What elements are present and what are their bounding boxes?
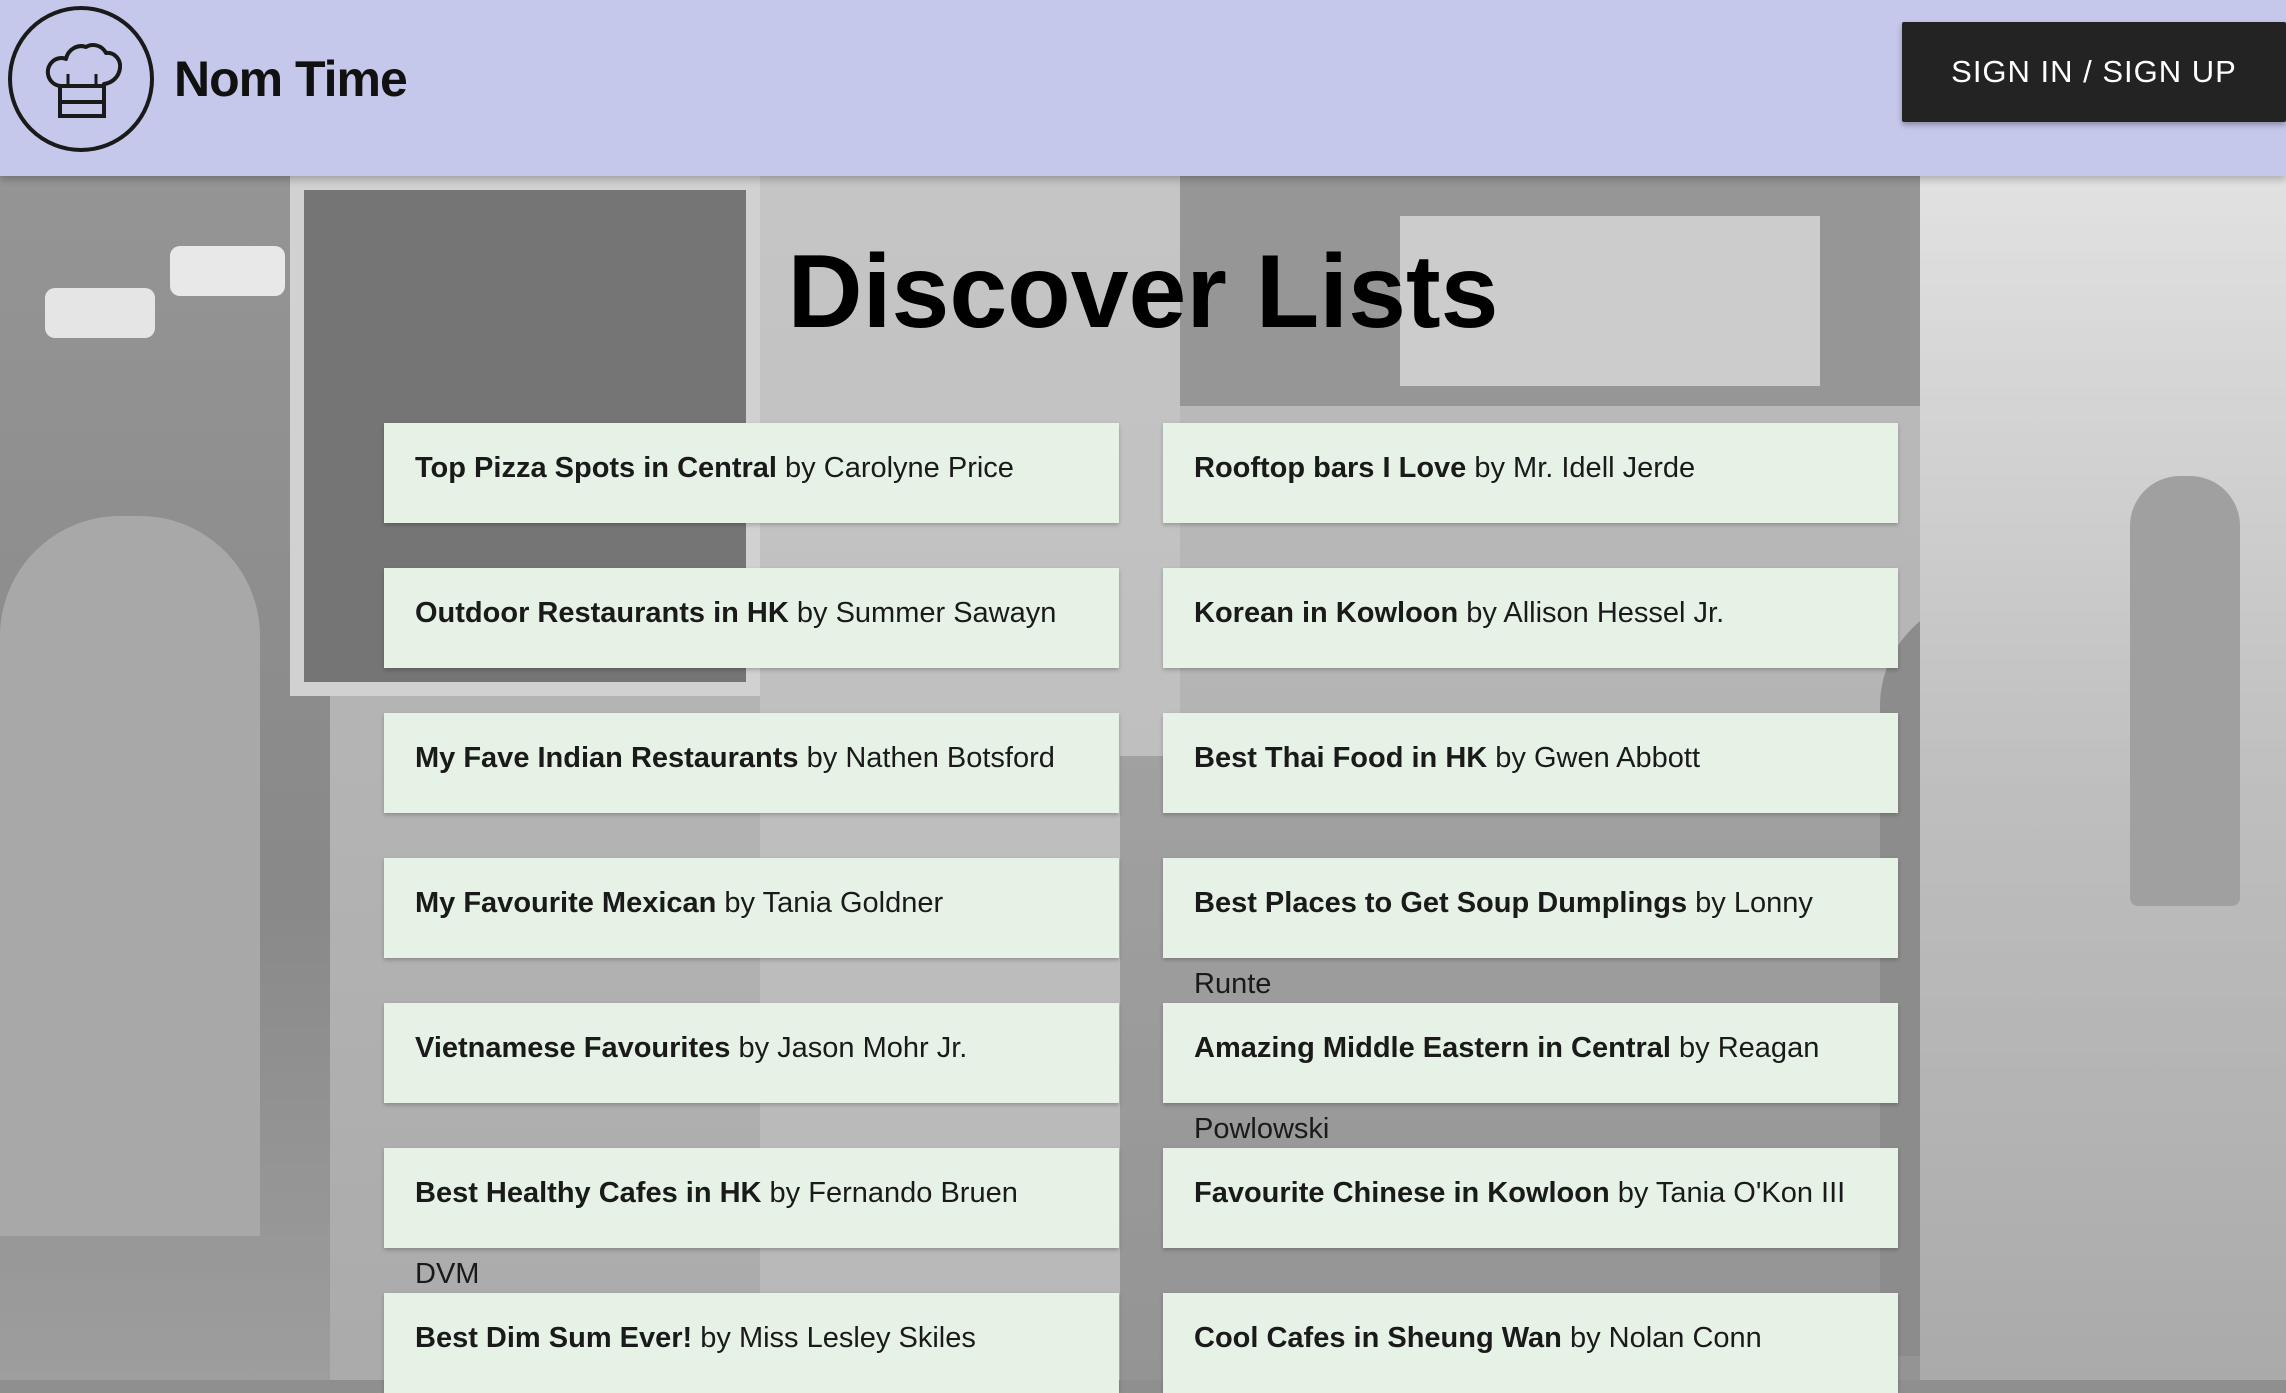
list-card-text: Outdoor Restaurants in HK by Summer Sawa… bbox=[415, 595, 1115, 631]
list-card[interactable]: Favourite Chinese in Kowloon by Tania O'… bbox=[1163, 1148, 1898, 1248]
list-title: Rooftop bars I Love bbox=[1194, 452, 1467, 484]
list-author-overflow: Runte bbox=[1194, 968, 1272, 1000]
chef-hat-icon bbox=[45, 43, 122, 118]
top-navbar: Nom Time SIGN IN / SIGN UP bbox=[0, 0, 2286, 176]
list-author: Nolan Conn bbox=[1608, 1322, 1762, 1354]
list-title: Favourite Chinese in Kowloon bbox=[1194, 1177, 1610, 1209]
logo[interactable] bbox=[8, 6, 154, 152]
list-by-label: by bbox=[798, 742, 846, 774]
list-card[interactable]: Best Places to Get Soup Dumplings by Lon… bbox=[1163, 858, 1898, 958]
list-card-text: Best Thai Food in HK by Gwen Abbott bbox=[1194, 740, 1894, 776]
list-author: Mr. Idell Jerde bbox=[1513, 452, 1696, 484]
list-title: Best Thai Food in HK bbox=[1194, 742, 1488, 774]
brand-name[interactable]: Nom Time bbox=[174, 50, 408, 108]
list-author: Gwen Abbott bbox=[1533, 742, 1701, 774]
list-by-label: by bbox=[730, 1032, 778, 1064]
list-author: Allison Hessel Jr. bbox=[1503, 597, 1725, 629]
page-title: Discover Lists bbox=[787, 234, 1499, 350]
list-title: Best Places to Get Soup Dumplings bbox=[1194, 887, 1688, 919]
list-card[interactable]: Rooftop bars I Love by Mr. Idell Jerde bbox=[1163, 423, 1898, 523]
list-card[interactable]: Cool Cafes in Sheung Wan by Nolan Conn bbox=[1163, 1293, 1898, 1393]
sign-in-button[interactable]: SIGN IN / SIGN UP bbox=[1902, 22, 2286, 122]
list-author: Jason Mohr Jr. bbox=[777, 1032, 968, 1064]
list-card[interactable]: Top Pizza Spots in Central by Carolyne P… bbox=[384, 423, 1119, 523]
list-card[interactable]: Outdoor Restaurants in HK by Summer Sawa… bbox=[384, 568, 1119, 668]
list-by-label: by bbox=[777, 452, 824, 484]
list-author: Fernando Bruen bbox=[808, 1177, 1018, 1209]
list-by-label: by bbox=[1687, 887, 1734, 919]
list-title: Best Healthy Cafes in HK bbox=[415, 1177, 762, 1209]
list-card-text: Best Places to Get Soup Dumplings by Lon… bbox=[1194, 885, 1894, 921]
list-title: Outdoor Restaurants in HK bbox=[415, 597, 789, 629]
list-by-label: by bbox=[788, 597, 836, 629]
list-by-label: by bbox=[1670, 1032, 1718, 1064]
list-card[interactable]: Best Healthy Cafes in HK by Fernando Bru… bbox=[384, 1148, 1119, 1248]
list-author: Tania O'Kon III bbox=[1655, 1177, 1846, 1209]
list-by-label: by bbox=[716, 887, 763, 919]
list-card-text: Korean in Kowloon by Allison Hessel Jr. bbox=[1194, 595, 1894, 631]
list-card[interactable]: My Fave Indian Restaurants by Nathen Bot… bbox=[384, 713, 1119, 813]
bg-veil bbox=[0, 176, 2286, 1380]
list-title: Best Dim Sum Ever! bbox=[415, 1322, 693, 1354]
list-card[interactable]: Vietnamese Favourites by Jason Mohr Jr. bbox=[384, 1003, 1119, 1103]
list-by-label: by bbox=[1458, 597, 1504, 629]
list-card-text: Vietnamese Favourites by Jason Mohr Jr. bbox=[415, 1030, 1115, 1066]
list-card-text: Rooftop bars I Love by Mr. Idell Jerde bbox=[1194, 450, 1894, 486]
list-title: Cool Cafes in Sheung Wan bbox=[1194, 1322, 1562, 1354]
list-card-text: My Favourite Mexican by Tania Goldner bbox=[415, 885, 1115, 921]
list-author: Nathen Botsford bbox=[845, 742, 1055, 774]
hero-background bbox=[0, 176, 2286, 1380]
list-by-label: by bbox=[1466, 452, 1514, 484]
list-author: Reagan bbox=[1717, 1032, 1820, 1064]
list-card-text: My Fave Indian Restaurants by Nathen Bot… bbox=[415, 740, 1115, 776]
list-author-overflow: Powlowski bbox=[1194, 1113, 1330, 1145]
list-card-text: Amazing Middle Eastern in Central by Rea… bbox=[1194, 1030, 1894, 1066]
list-by-label: by bbox=[1487, 742, 1534, 774]
list-card-text: Cool Cafes in Sheung Wan by Nolan Conn bbox=[1194, 1320, 1894, 1356]
list-card-text: Top Pizza Spots in Central by Carolyne P… bbox=[415, 450, 1115, 486]
list-title: Amazing Middle Eastern in Central bbox=[1194, 1032, 1671, 1064]
list-by-label: by bbox=[1561, 1322, 1609, 1354]
list-author: Miss Lesley Skiles bbox=[738, 1322, 976, 1354]
list-author: Lonny bbox=[1733, 887, 1813, 919]
list-card[interactable]: Best Thai Food in HK by Gwen Abbott bbox=[1163, 713, 1898, 813]
list-by-label: by bbox=[761, 1177, 809, 1209]
list-author: Tania Goldner bbox=[762, 887, 944, 919]
list-title: My Fave Indian Restaurants bbox=[415, 742, 799, 774]
list-card[interactable]: My Favourite Mexican by Tania Goldner bbox=[384, 858, 1119, 958]
list-title: My Favourite Mexican bbox=[415, 887, 717, 919]
list-title: Top Pizza Spots in Central bbox=[415, 452, 777, 484]
list-by-label: by bbox=[1609, 1177, 1656, 1209]
list-author-overflow: DVM bbox=[415, 1258, 480, 1290]
list-author: Carolyne Price bbox=[823, 452, 1014, 484]
list-card[interactable]: Best Dim Sum Ever! by Miss Lesley Skiles bbox=[384, 1293, 1119, 1393]
list-card-text: Best Healthy Cafes in HK by Fernando Bru… bbox=[415, 1175, 1115, 1211]
list-card[interactable]: Amazing Middle Eastern in Central by Rea… bbox=[1163, 1003, 1898, 1103]
list-title: Vietnamese Favourites bbox=[415, 1032, 731, 1064]
list-card-text: Best Dim Sum Ever! by Miss Lesley Skiles bbox=[415, 1320, 1115, 1356]
list-card-text: Favourite Chinese in Kowloon by Tania O'… bbox=[1194, 1175, 1894, 1211]
list-by-label: by bbox=[692, 1322, 739, 1354]
list-author: Summer Sawayn bbox=[835, 597, 1057, 629]
list-card[interactable]: Korean in Kowloon by Allison Hessel Jr. bbox=[1163, 568, 1898, 668]
list-title: Korean in Kowloon bbox=[1194, 597, 1459, 629]
